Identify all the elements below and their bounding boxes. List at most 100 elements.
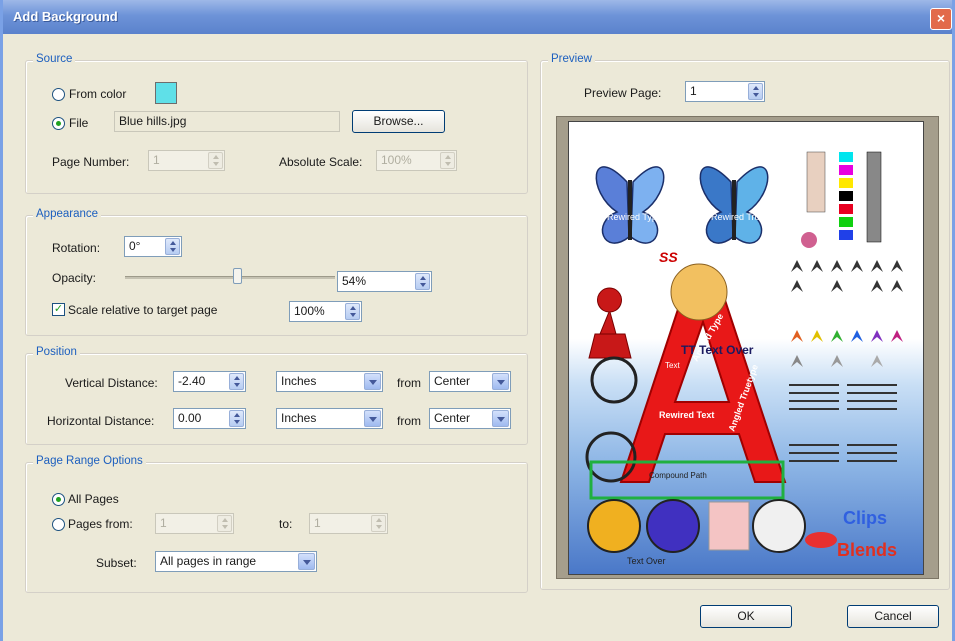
page-number-value: 1	[153, 153, 160, 167]
opacity-slider-track[interactable]	[125, 276, 335, 279]
pages-to-value: 1	[314, 516, 321, 530]
file-radio[interactable]	[52, 117, 65, 130]
chevron-down-icon[interactable]	[364, 373, 381, 390]
browse-button[interactable]: Browse...	[352, 110, 445, 133]
pages-to-spin-icon	[371, 515, 386, 532]
rotation-spin-icon[interactable]	[165, 238, 180, 255]
opacity-value: 54%	[342, 274, 367, 288]
title-bar[interactable]: Add Background ×	[3, 0, 952, 34]
vertical-distance-stepper[interactable]: -2.40	[173, 371, 246, 392]
subset-select[interactable]: All pages in range	[155, 551, 317, 572]
absolute-scale-stepper: 100%	[376, 150, 457, 171]
butterfly-right-icon	[699, 166, 769, 244]
absolute-scale-label: Absolute Scale:	[279, 155, 363, 169]
chevron-down-icon[interactable]	[364, 410, 381, 427]
horizontal-distance-stepper[interactable]: 0.00	[173, 408, 246, 429]
cancel-button[interactable]: Cancel	[847, 605, 939, 628]
compound-path-text: Compound Path	[649, 471, 707, 480]
ss-text: SS	[659, 249, 678, 265]
butterfly-left-icon	[595, 166, 665, 244]
from-color-radio[interactable]	[52, 88, 65, 101]
pages-from-label: Pages from:	[68, 517, 133, 531]
rewired-left-text: Rewired Type	[607, 212, 662, 222]
scale-value: 100%	[294, 304, 325, 318]
pages-to-stepper: 1	[309, 513, 388, 534]
pages-from-spin-icon	[217, 515, 232, 532]
rewired-text: Rewired Text	[659, 410, 714, 420]
page-number-label: Page Number:	[52, 155, 130, 169]
swatch-table	[801, 151, 882, 248]
rotation-stepper[interactable]: 0°	[124, 236, 182, 257]
all-pages-radio[interactable]	[52, 493, 65, 506]
blends-text: Blends	[837, 540, 897, 560]
opacity-stepper[interactable]: 54%	[337, 271, 432, 292]
text-over-text: Text Over	[627, 556, 666, 566]
horizontal-distance-label: Horizontal Distance:	[47, 414, 155, 428]
chevron-down-icon[interactable]	[492, 373, 509, 390]
opacity-label: Opacity:	[52, 271, 97, 285]
vertical-from-select[interactable]: Center	[429, 371, 511, 392]
horizontal-distance-value: 0.00	[178, 411, 202, 425]
preview-artwork: Rewired Type Rewired Truetype SS Angled …	[585, 151, 903, 566]
file-label: File	[69, 116, 89, 130]
source-group-title: Source	[33, 53, 76, 65]
add-background-dialog: Add Background × Source From color File …	[0, 0, 955, 641]
absolute-scale-spin-icon	[440, 152, 455, 169]
rotation-label: Rotation:	[52, 241, 101, 255]
rotation-value: 0°	[129, 239, 141, 253]
vertical-distance-spin-icon[interactable]	[229, 373, 244, 390]
subset-label: Subset:	[96, 556, 137, 570]
to-label: to:	[279, 517, 293, 531]
pages-from-stepper: 1	[155, 513, 234, 534]
pages-from-radio[interactable]	[52, 518, 65, 531]
preview-page-image: Rewired Type Rewired Truetype SS Angled …	[568, 121, 924, 575]
from-color-label: From color	[69, 87, 127, 101]
preview-frame: Rewired Type Rewired Truetype SS Angled …	[556, 116, 939, 579]
ok-button[interactable]: OK	[700, 605, 792, 628]
vertical-distance-label: Vertical Distance:	[65, 376, 158, 390]
position-group-title: Position	[33, 346, 80, 358]
file-path-field[interactable]: Blue hills.jpg	[114, 111, 340, 132]
position-group: Position	[25, 346, 528, 445]
scale-checkbox[interactable]: ✓	[52, 303, 65, 316]
chevron-down-icon[interactable]	[492, 410, 509, 427]
subset-value: All pages in range	[160, 554, 257, 568]
clips-text: Clips	[843, 508, 887, 528]
opacity-slider-thumb[interactable]	[233, 268, 243, 284]
chevron-down-icon[interactable]	[298, 553, 315, 570]
vertical-distance-value: -2.40	[178, 374, 206, 388]
tt-text-over: TT Text Over	[681, 343, 754, 357]
opacity-spin-icon[interactable]	[415, 273, 430, 290]
horizontal-from-label: from	[397, 414, 421, 428]
preview-page-spin-icon[interactable]	[748, 83, 763, 100]
arrow-grid	[791, 260, 903, 367]
vertical-unit-value: Inches	[281, 374, 317, 388]
horizontal-distance-spin-icon[interactable]	[229, 410, 244, 427]
appearance-group-title: Appearance	[33, 208, 102, 220]
page-number-stepper: 1	[148, 150, 225, 171]
rewired-right-text: Rewired Truetype	[711, 212, 782, 222]
page-range-group-title: Page Range Options	[33, 455, 146, 467]
text-label: Text	[665, 361, 680, 370]
page-number-spin-icon	[208, 152, 223, 169]
vertical-from-label: from	[397, 376, 421, 390]
close-icon[interactable]: ×	[930, 8, 952, 30]
all-pages-label: All Pages	[68, 492, 119, 506]
pages-from-value: 1	[160, 516, 167, 530]
horizontal-from-select[interactable]: Center	[429, 408, 511, 429]
color-swatch[interactable]	[155, 82, 177, 104]
scale-spin-icon[interactable]	[345, 303, 360, 320]
horizontal-unit-select[interactable]: Inches	[276, 408, 383, 429]
vertical-unit-select[interactable]: Inches	[276, 371, 383, 392]
vertical-from-value: Center	[434, 374, 471, 388]
window-title: Add Background	[13, 9, 118, 24]
absolute-scale-value: 100%	[381, 153, 412, 167]
scale-stepper[interactable]: 100%	[289, 301, 362, 322]
scale-label: Scale relative to target page	[68, 303, 218, 317]
preview-group-title: Preview	[548, 53, 595, 65]
preview-page-stepper[interactable]: 1	[685, 81, 765, 102]
preview-page-value: 1	[690, 84, 697, 98]
horizontal-from-value: Center	[434, 411, 471, 425]
preview-page-label: Preview Page:	[584, 86, 662, 100]
horizontal-unit-value: Inches	[281, 411, 317, 425]
